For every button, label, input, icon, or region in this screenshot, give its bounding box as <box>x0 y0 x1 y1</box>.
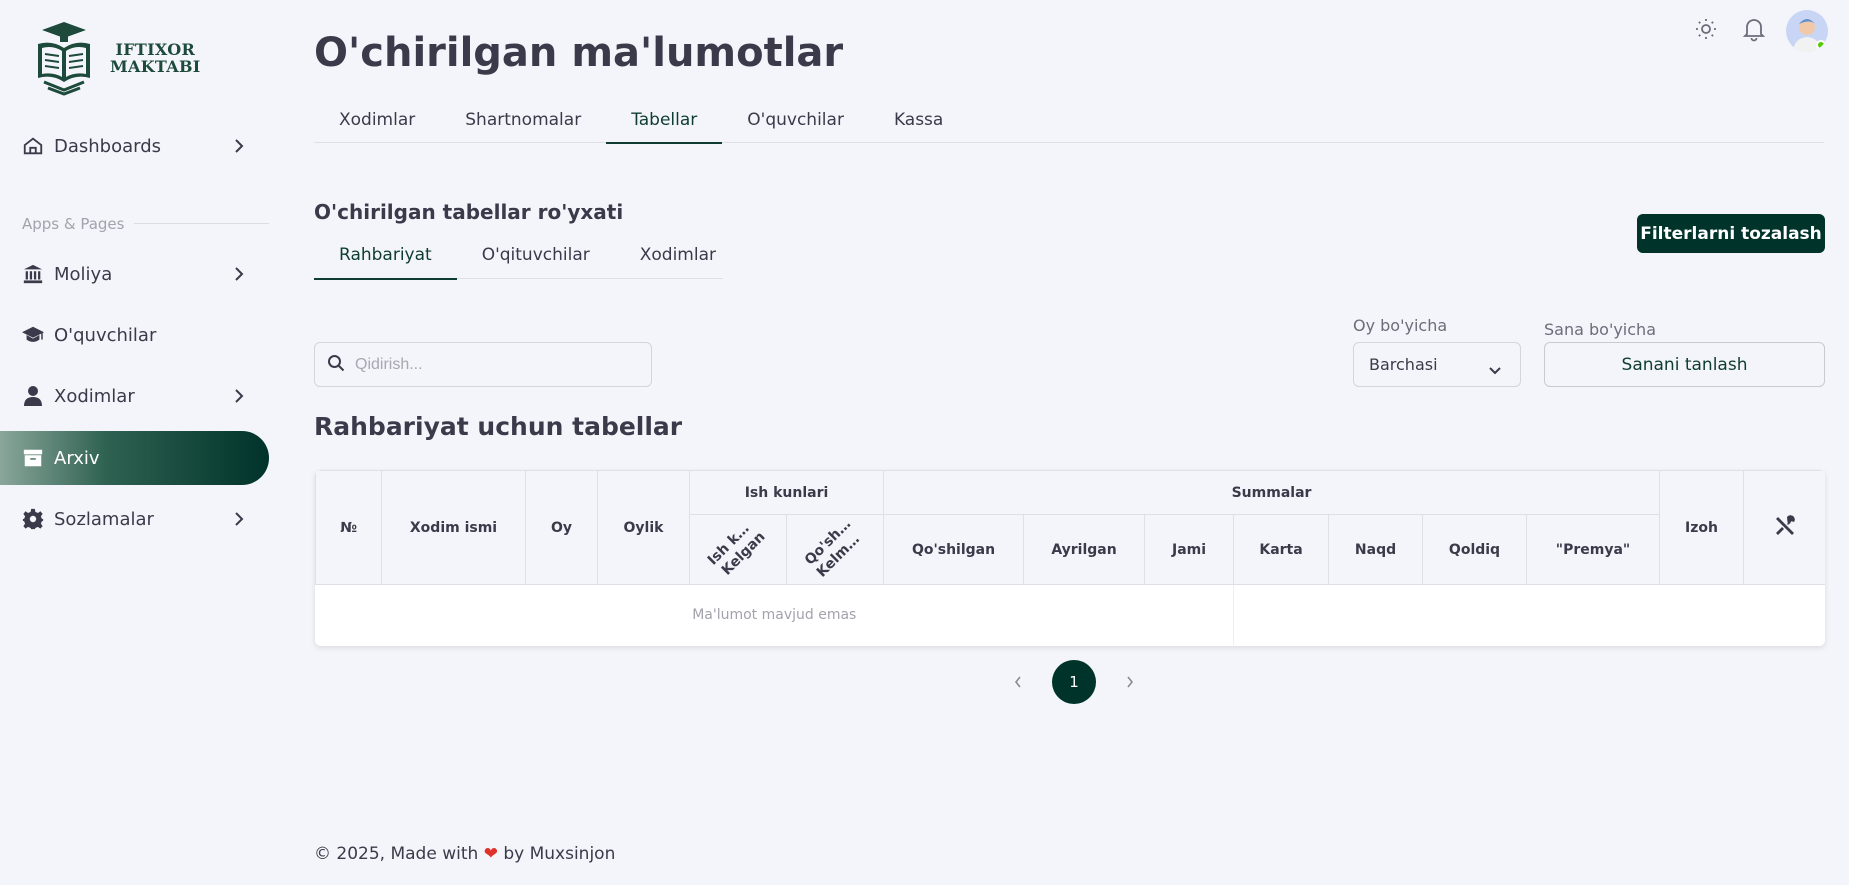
archive-tabs: Xodimlar Shartnomalar Tabellar O'quvchil… <box>314 100 1824 144</box>
school-logo-icon <box>38 22 90 96</box>
column-header-added: Qo'shilgan <box>883 514 1025 585</box>
role-tabs: Rahbariyat O'qituvchilar Xodimlar <box>314 235 723 280</box>
clear-filters-button[interactable]: Filterlarni tozalash <box>1637 214 1825 253</box>
column-header-actions <box>1743 470 1825 585</box>
user-icon <box>22 385 44 407</box>
date-filter-label: Sana bo'yicha <box>1544 320 1656 339</box>
sidebar-item-label: Arxiv <box>54 447 100 469</box>
chevron-right-icon <box>232 136 246 161</box>
tab-rahbariyat[interactable]: Rahbariyat <box>314 235 457 280</box>
chevron-down-icon <box>1488 361 1502 380</box>
column-header-num: № <box>315 470 382 585</box>
footer-prefix: © 2025, Made with <box>314 844 479 864</box>
avatar[interactable] <box>1786 10 1828 52</box>
archive-icon <box>22 447 44 469</box>
footer: © 2025, Made with ❤ by Muxsinjon <box>314 844 615 864</box>
sidebar-item-moliya[interactable]: Moliya <box>0 247 269 301</box>
sidebar-item-label: Sozlamalar <box>54 508 154 530</box>
tab-xodimlar[interactable]: Xodimlar <box>314 100 440 143</box>
sidebar-item-xodimlar[interactable]: Xodimlar <box>0 369 269 423</box>
tab-kassa[interactable]: Kassa <box>869 100 968 143</box>
page-title: O'chirilgan ma'lumotlar <box>314 30 844 76</box>
chevron-right-icon <box>232 264 246 289</box>
bank-icon <box>22 263 44 285</box>
month-select[interactable]: Barchasi <box>1353 342 1521 387</box>
column-header-month: Oy <box>525 470 598 585</box>
empty-cell <box>1234 585 1825 645</box>
gear-icon <box>22 508 44 530</box>
next-page-button[interactable] <box>1116 668 1144 696</box>
column-header-cash: Naqd <box>1328 514 1424 585</box>
subsection-title: O'chirilgan tabellar ro'yxati <box>314 200 624 224</box>
tab-tabellar[interactable]: Tabellar <box>606 100 723 144</box>
column-group-sums: Summalar <box>883 470 1661 515</box>
home-icon <box>22 135 44 157</box>
sidebar-item-dashboards[interactable]: Dashboards <box>0 119 269 173</box>
search-field[interactable] <box>314 342 652 387</box>
tabel-table: № Xodim ismi Oy Oylik Ish kunlari Summal… <box>315 470 1825 646</box>
sidebar-item-label: Xodimlar <box>54 385 135 407</box>
sidebar-item-label: Dashboards <box>54 135 162 157</box>
month-filter-label: Oy bo'yicha <box>1353 316 1448 335</box>
tab-oqituvchilar[interactable]: O'qituvchilar <box>457 235 615 279</box>
sidebar-item-label: Moliya <box>54 263 113 285</box>
search-icon <box>327 354 345 376</box>
table-title: Rahbariyat uchun tabellar <box>314 412 683 441</box>
heart-icon: ❤ <box>483 844 498 864</box>
top-actions <box>1694 10 1828 52</box>
section-label: Apps & Pages <box>22 215 125 233</box>
column-header-workdays-missed: Qo'sh... Kelma... <box>785 514 885 585</box>
section-divider <box>134 223 269 224</box>
sun-icon[interactable] <box>1694 17 1718 45</box>
brand-line-2: MAKTABI <box>110 57 201 76</box>
page-button-current[interactable]: 1 <box>1052 660 1096 704</box>
month-select-value: Barchasi <box>1369 355 1438 374</box>
tab-shartnomalar[interactable]: Shartnomalar <box>440 100 606 143</box>
column-header-name: Xodim ismi <box>381 470 526 585</box>
column-header-remainder: Qoldiq <box>1422 514 1528 585</box>
date-picker-button[interactable]: Sanani tanlash <box>1544 342 1825 387</box>
brand-name: IFTIXOR MAKTABI <box>110 41 201 75</box>
column-header-salary: Oylik <box>597 470 690 585</box>
tab-oquvchilar[interactable]: O'quvchilar <box>722 100 869 143</box>
bell-icon[interactable] <box>1742 16 1766 46</box>
brand-line-1: IFTIXOR <box>115 40 196 59</box>
column-header-card: Karta <box>1233 514 1330 585</box>
column-header-workdays-came: Ish ku... Kelgan <box>689 514 787 585</box>
prev-page-button[interactable] <box>1004 668 1032 696</box>
tab-xodimlar-sub[interactable]: Xodimlar <box>615 235 741 279</box>
column-header-bonus: "Premya" <box>1526 514 1661 585</box>
footer-suffix: by Muxsinjon <box>503 844 616 864</box>
sidebar-item-arxiv[interactable]: Arxiv <box>0 431 269 485</box>
sidebar-item-sozlamalar[interactable]: Sozlamalar <box>0 492 269 546</box>
column-header-note: Izoh <box>1659 470 1745 585</box>
column-header-deducted: Ayrilgan <box>1023 514 1146 585</box>
search-input[interactable] <box>355 355 635 374</box>
sidebar-item-label: O'quvchilar <box>54 324 157 346</box>
sidebar: IFTIXOR MAKTABI Dashboards Apps & Pages … <box>0 0 270 885</box>
column-header-total: Jami <box>1144 514 1235 585</box>
column-group-workdays: Ish kunlari <box>688 470 885 515</box>
pagination: 1 <box>1004 660 1144 704</box>
empty-state: Ma'lumot mavjud emas <box>315 584 1235 645</box>
online-status-dot <box>1816 40 1826 50</box>
logo[interactable]: IFTIXOR MAKTABI <box>34 20 201 96</box>
tools-icon <box>1773 514 1797 542</box>
graduation-cap-icon <box>22 324 44 346</box>
chevron-right-icon <box>232 386 246 411</box>
chevron-right-icon <box>232 509 246 534</box>
sidebar-item-oquvchilar[interactable]: O'quvchilar <box>0 308 269 362</box>
